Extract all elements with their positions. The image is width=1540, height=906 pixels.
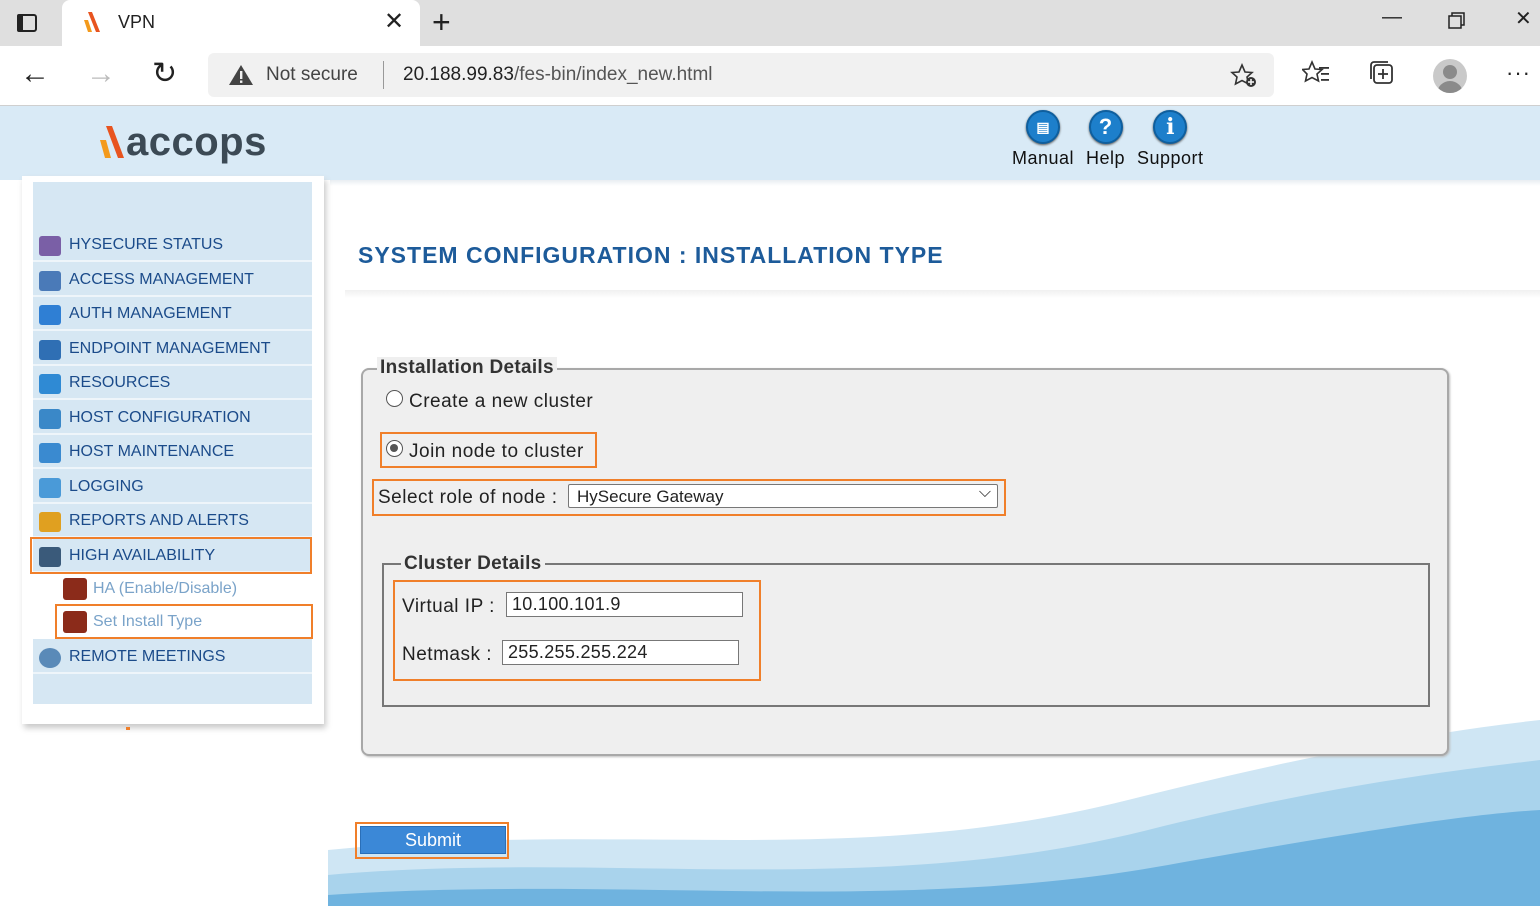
sidebar-item-access-management[interactable]: ACCESS MANAGEMENT bbox=[33, 264, 312, 297]
sidebar-item-label: RESOURCES bbox=[69, 374, 171, 391]
address-bar-row: ← → ↻ Not secure 20.188.99.83/fes-bin/in… bbox=[0, 46, 1540, 106]
ha-toggle-icon bbox=[63, 578, 87, 600]
sidebar-item-label: REPORTS AND ALERTS bbox=[69, 512, 249, 529]
sidebar-item-host-configuration[interactable]: HOST CONFIGURATION bbox=[33, 402, 312, 435]
sidebar-item-reports-and-alerts[interactable]: REPORTS AND ALERTS bbox=[33, 505, 312, 538]
create-cluster-radio[interactable] bbox=[386, 390, 403, 407]
manual-icon: ▤ bbox=[1026, 110, 1061, 144]
url-separator bbox=[383, 61, 384, 89]
window-close-icon[interactable]: ✕ bbox=[1515, 6, 1532, 31]
manual-label: Manual bbox=[1012, 148, 1075, 168]
sidebar-item-label: HYSECURE STATUS bbox=[69, 236, 224, 253]
tab-actions-icon[interactable] bbox=[14, 11, 40, 35]
lock-icon bbox=[39, 305, 61, 325]
add-favorite-icon[interactable] bbox=[1230, 63, 1258, 89]
highlight-cluster-fields bbox=[393, 580, 761, 681]
orange-marker bbox=[126, 727, 130, 730]
app-header: accops ▤ Manual ? Help i Support bbox=[0, 106, 1540, 180]
forward-icon[interactable]: → bbox=[86, 58, 116, 90]
new-tab-icon[interactable]: + bbox=[432, 4, 451, 41]
scales-icon bbox=[39, 340, 61, 360]
profile-avatar[interactable] bbox=[1433, 59, 1467, 93]
highlight-role-select bbox=[372, 479, 1006, 516]
favorites-icon[interactable] bbox=[1302, 59, 1330, 87]
sidebar-subitem-label: HA (Enable/Disable) bbox=[93, 580, 238, 597]
create-cluster-label[interactable]: Create a new cluster bbox=[409, 391, 593, 413]
url-text[interactable]: 20.188.99.83/fes-bin/index_new.html bbox=[403, 64, 713, 86]
reload-icon[interactable]: ↻ bbox=[152, 58, 177, 90]
title-divider bbox=[345, 290, 1540, 298]
access-icon bbox=[39, 271, 61, 291]
back-icon[interactable]: ← bbox=[20, 58, 50, 90]
url-field[interactable]: Not secure 20.188.99.83/fes-bin/index_ne… bbox=[208, 53, 1274, 97]
collections-icon[interactable] bbox=[1368, 59, 1396, 87]
accops-logo-icon bbox=[100, 126, 124, 158]
meetings-icon bbox=[39, 648, 61, 668]
help-link[interactable]: ? Help bbox=[1086, 110, 1125, 169]
sidebar-item-host-maintenance[interactable]: HOST MAINTENANCE bbox=[33, 436, 312, 469]
cluster-details-legend: Cluster Details bbox=[401, 553, 545, 575]
tab-close-icon[interactable]: ✕ bbox=[384, 8, 404, 36]
sidebar-item-label: ENDPOINT MANAGEMENT bbox=[69, 340, 271, 357]
header-divider bbox=[330, 180, 1540, 186]
sidebar-item-logging[interactable]: LOGGING bbox=[33, 471, 312, 504]
sidebar-item-label: HOST MAINTENANCE bbox=[69, 443, 235, 460]
highlight-join-cluster bbox=[380, 432, 597, 468]
sidebar-item-remote-meetings[interactable]: REMOTE MEETINGS bbox=[33, 641, 312, 674]
sidebar-item-label: HOST CONFIGURATION bbox=[69, 409, 251, 426]
help-icon: ? bbox=[1088, 110, 1123, 144]
resources-icon bbox=[39, 374, 61, 394]
sidebar-item-endpoint-management[interactable]: ENDPOINT MANAGEMENT bbox=[33, 333, 312, 366]
sidebar-item-label: ACCESS MANAGEMENT bbox=[69, 271, 254, 288]
warning-icon bbox=[229, 65, 253, 85]
cart-icon bbox=[39, 443, 61, 463]
browser-tab-strip: VPN ✕ + — ✕ bbox=[0, 0, 1540, 46]
sidebar-item-label: REMOTE MEETINGS bbox=[69, 648, 226, 665]
more-options-icon[interactable]: ··· bbox=[1506, 60, 1531, 86]
accops-favicon-icon bbox=[84, 12, 100, 32]
support-icon: i bbox=[1153, 110, 1188, 144]
sidebar-item-auth-management[interactable]: AUTH MANAGEMENT bbox=[33, 298, 312, 331]
highlight-high-availability bbox=[30, 537, 312, 574]
support-label: Support bbox=[1137, 148, 1204, 168]
sidebar-item-hysecure-status[interactable]: HYSECURE STATUS bbox=[33, 229, 312, 262]
status-eye-icon bbox=[39, 236, 61, 256]
minimize-icon[interactable]: — bbox=[1382, 6, 1402, 29]
browser-tab[interactable]: VPN ✕ bbox=[62, 0, 420, 46]
tab-title: VPN bbox=[118, 12, 156, 32]
bar-chart-icon bbox=[39, 512, 61, 532]
highlight-set-install-type bbox=[55, 604, 313, 639]
sidebar-item-label: AUTH MANAGEMENT bbox=[69, 305, 232, 322]
help-label: Help bbox=[1086, 148, 1126, 168]
support-link[interactable]: i Support bbox=[1137, 110, 1204, 169]
installation-details-legend: Installation Details bbox=[377, 357, 557, 379]
brand-logo-text: accops bbox=[126, 120, 267, 164]
manual-link[interactable]: ▤ Manual bbox=[1012, 110, 1074, 169]
sidebar-item-label: LOGGING bbox=[69, 478, 144, 495]
calendar-icon bbox=[39, 478, 61, 498]
gear-icon bbox=[39, 409, 61, 429]
sidebar-subitem-ha-enable-disable[interactable]: HA (Enable/Disable) bbox=[33, 573, 312, 606]
page-title: SYSTEM CONFIGURATION : INSTALLATION TYPE bbox=[358, 242, 944, 268]
restore-icon[interactable] bbox=[1448, 12, 1466, 30]
security-status[interactable]: Not secure bbox=[266, 64, 358, 86]
highlight-submit bbox=[355, 822, 509, 859]
sidebar-item-resources[interactable]: RESOURCES bbox=[33, 367, 312, 400]
